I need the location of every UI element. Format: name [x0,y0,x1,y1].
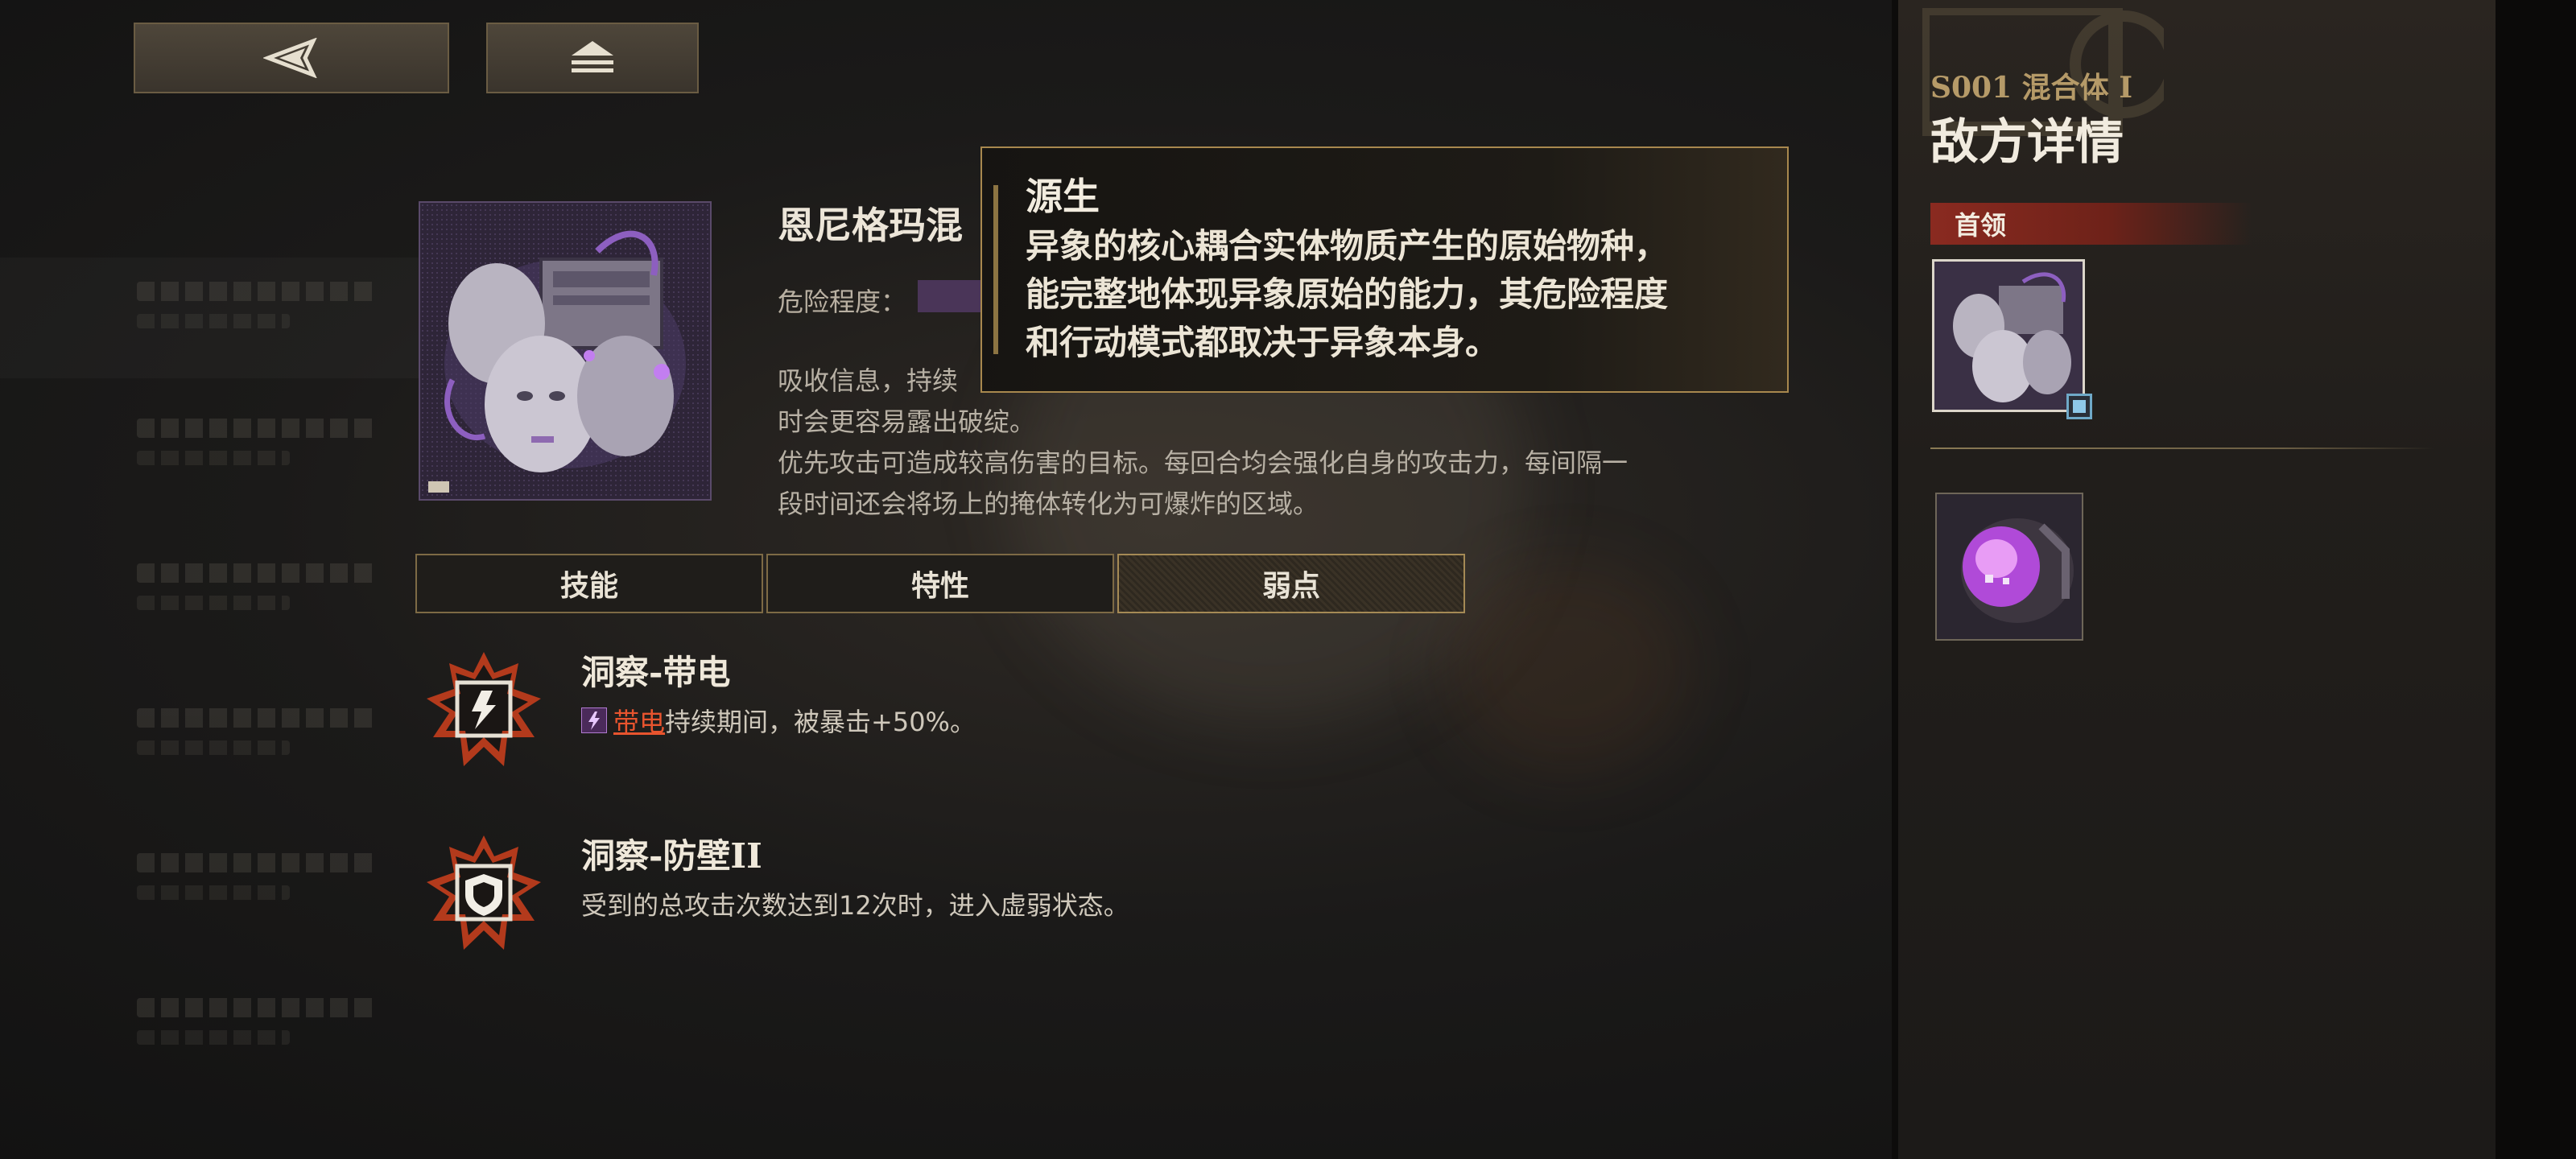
weakness-description: 受到的总攻击次数达到12次时，进入虚弱状态。 [581,885,1129,922]
weakness-title: 洞察-防壁II [581,836,762,876]
danger-level-label: 危险程度： [778,287,907,317]
tab-weakness[interactable]: 弱点 [1117,554,1465,613]
weakness-description-text: 受到的总攻击次数达到12次时，进入虚弱状态。 [581,890,1129,921]
selected-badge [2066,394,2092,419]
weakness-title: 洞察-带电 [581,653,731,692]
home-stack-icon [572,41,613,72]
enemy-portrait-image [420,203,710,499]
panel-title: 敌方详情 [1930,114,2124,171]
enemy-name: 恩尼格玛混 [778,204,963,247]
weakness-description: 带电 持续期间，被暴击+50%。 [581,702,976,739]
tooltip-title: 源生 [1026,175,1100,218]
minion-thumbnail[interactable] [1935,493,2083,641]
background-glow [1449,563,1690,773]
tooltip-body: 异象的核心耦合实体物质产生的原始物种， 能完整地体现异象原始的能力，其危险程度 … [1026,222,1774,367]
electric-buff-icon [581,707,607,733]
boss-label: 首领 [1930,203,2252,245]
background-stage-list [0,233,402,1159]
back-arrow-icon [263,38,317,78]
description-line: 段时间还会将场上的掩体转化为可爆炸的区域。 [778,489,1319,519]
stage-subtitle: S001 混合体 I [1930,71,2133,105]
tooltip-accent [993,185,998,354]
screen-edge [2496,0,2576,1159]
buff-link[interactable]: 带电 [613,702,665,739]
shield-icon [423,832,544,953]
enemy-portrait [419,201,712,501]
weakness-description-text: 持续期间，被暴击+50%。 [665,707,976,737]
tooltip-line: 异象的核心耦合实体物质产生的原始物种， [1026,226,1669,266]
home-button[interactable] [486,23,699,93]
boss-avatar [1934,262,2083,410]
boss-thumbnail[interactable] [1932,259,2092,419]
tooltip-line: 和行动模式都取决于异象本身。 [1026,323,1500,362]
detail-tabs: 技能 特性 弱点 [415,554,1465,613]
minion-avatar [1937,494,2082,639]
tab-skills[interactable]: 技能 [415,554,763,613]
description-line: 优先攻击可造成较高伤害的目标。每回合均会强化自身的攻击力，每间隔一 [778,448,1629,478]
description-line: 时会更容易露出破绽。 [778,406,1036,437]
lightning-icon [423,649,544,769]
danger-level-indicator [918,280,982,312]
back-button[interactable] [134,23,449,93]
tooltip-popup: 源生 异象的核心耦合实体物质产生的原始物种， 能完整地体现异象原始的能力，其危险… [980,146,1789,393]
panel-divider [1930,448,2434,449]
tab-traits[interactable]: 特性 [766,554,1114,613]
tooltip-line: 能完整地体现异象原始的能力，其危险程度 [1026,274,1669,314]
